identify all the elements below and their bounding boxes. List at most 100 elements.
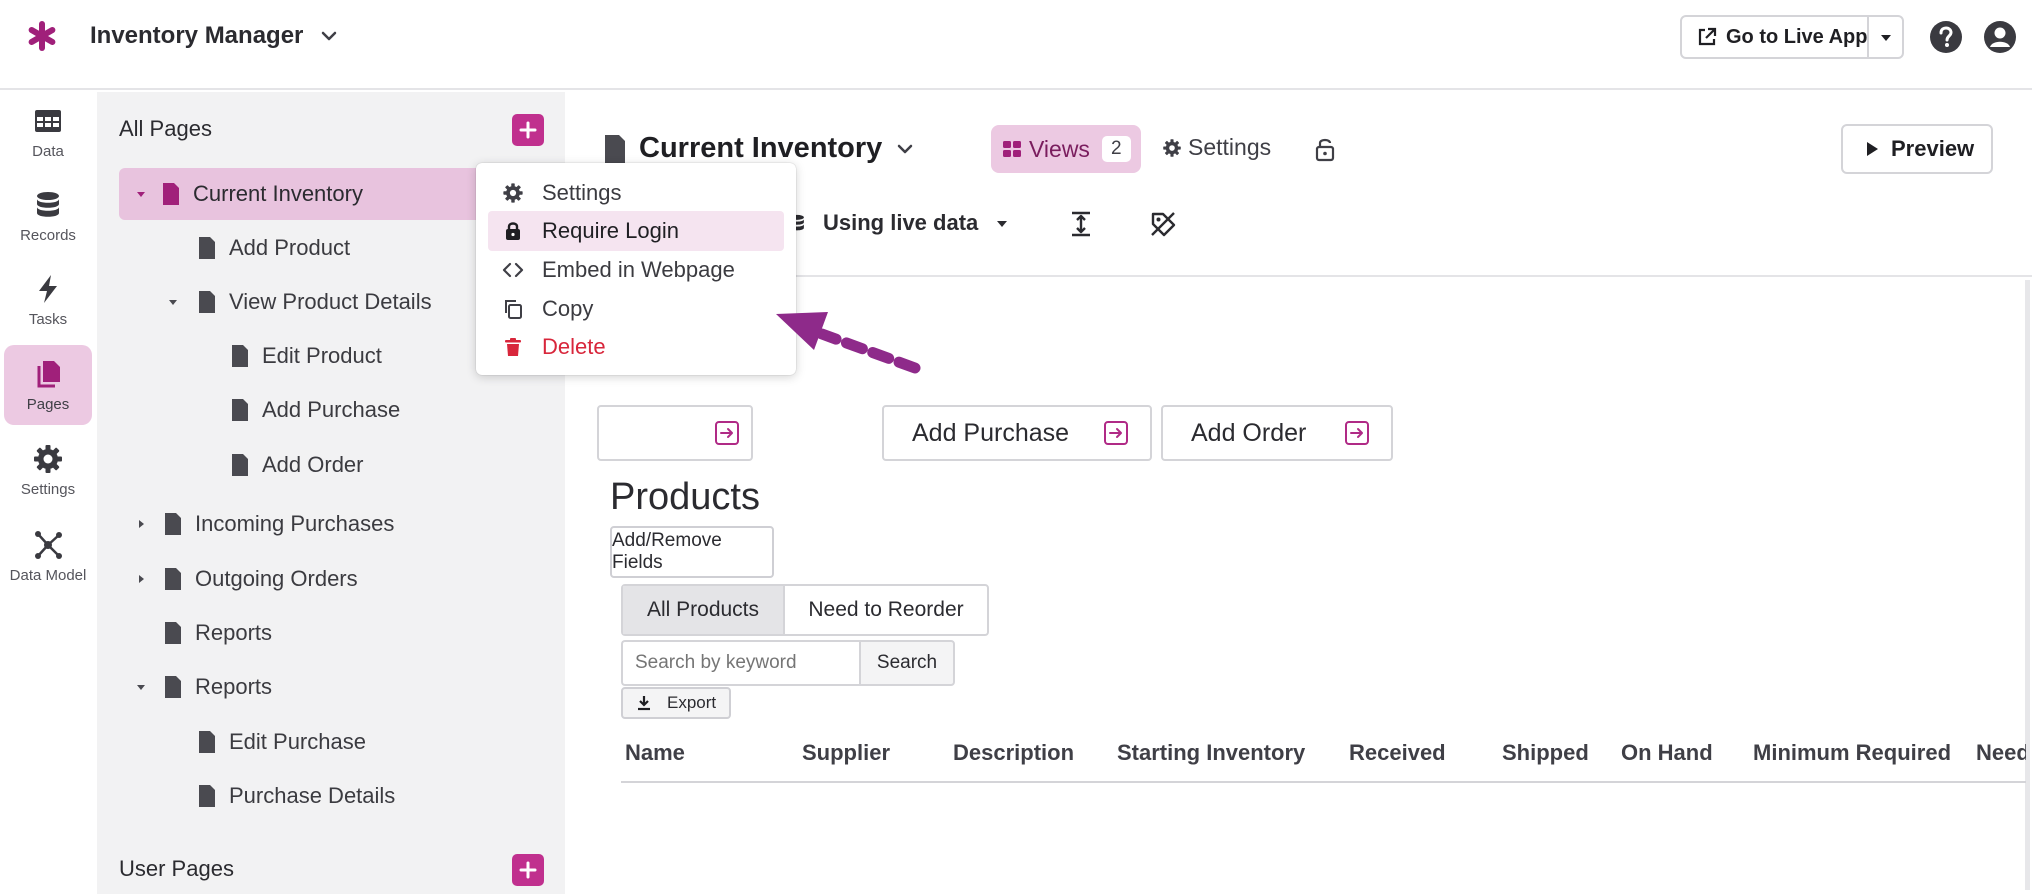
- menu-button-label: Add Purchase: [912, 418, 1070, 447]
- tree-item-edit-purchase[interactable]: Edit Purchase: [197, 716, 366, 768]
- tree-item-add-order[interactable]: Add Order: [230, 439, 364, 491]
- unlock-icon[interactable]: [1312, 136, 1338, 162]
- menu-item-settings[interactable]: Settings: [488, 173, 784, 213]
- page-icon: [199, 237, 215, 259]
- canvas-scrollbar[interactable]: [2025, 280, 2030, 890]
- rail-label: Records: [20, 226, 76, 244]
- column-header-name[interactable]: Name: [625, 740, 685, 766]
- tree-item-reports[interactable]: Reports: [133, 661, 272, 713]
- caret-down-icon[interactable]: [1876, 27, 1896, 47]
- app-logo-icon[interactable]: [24, 18, 60, 54]
- settings-label: Settings: [1188, 134, 1272, 160]
- page-icon: [165, 513, 181, 535]
- caret-right-icon[interactable]: [133, 516, 149, 532]
- rail-item-data-model[interactable]: Data Model: [4, 516, 92, 596]
- arrow-right-box-icon: [1104, 421, 1128, 445]
- data-source-dropdown[interactable]: Using live data: [787, 210, 1012, 236]
- gear-icon: [1163, 138, 1181, 157]
- menu-button-add-order[interactable]: Add Order: [1161, 405, 1393, 461]
- help-icon[interactable]: [1928, 19, 1964, 55]
- expand-height-icon[interactable]: [1067, 210, 1095, 238]
- menu-item-embed-in-webpage[interactable]: Embed in Webpage: [488, 250, 784, 290]
- rail-item-settings[interactable]: Settings: [4, 430, 92, 510]
- column-header-shipped[interactable]: Shipped: [1502, 740, 1589, 766]
- tree-item-add-product[interactable]: Add Product: [197, 222, 350, 274]
- views-count-badge: 2: [1101, 136, 1131, 162]
- search-input[interactable]: [621, 640, 859, 686]
- arrow-right-box-icon: [715, 421, 739, 445]
- database-icon: [37, 191, 59, 217]
- code-icon: [502, 262, 524, 278]
- add-user-page-button[interactable]: [512, 854, 544, 886]
- rail-item-data[interactable]: Data: [4, 92, 92, 172]
- chevron-down-icon[interactable]: [893, 137, 917, 161]
- preview-button[interactable]: Preview: [1841, 124, 1993, 174]
- page-title-group[interactable]: Current Inventory: [603, 132, 882, 165]
- menu-item-delete[interactable]: Delete: [488, 327, 784, 367]
- column-header-description[interactable]: Description: [953, 740, 1074, 766]
- page-icon: [232, 399, 248, 421]
- table-header-row: Name Supplier Description Starting Inven…: [621, 732, 2026, 772]
- page-icon: [165, 568, 181, 590]
- column-header-supplier[interactable]: Supplier: [802, 740, 890, 766]
- rail-label: Data: [32, 142, 64, 160]
- tab-settings[interactable]: Settings: [1162, 134, 1271, 161]
- products-heading: Products: [610, 476, 760, 518]
- menu-item-label: Require Login: [542, 218, 679, 243]
- page-icon: [232, 345, 248, 367]
- column-header-minimum-required[interactable]: Minimum Required: [1753, 740, 1951, 766]
- tree-item-label: Purchase Details: [229, 783, 396, 808]
- caret-down-icon[interactable]: [133, 679, 149, 695]
- search-button[interactable]: Search: [859, 640, 955, 686]
- add-remove-fields-button[interactable]: Add/Remove Fields: [610, 526, 774, 578]
- bolt-icon: [39, 274, 57, 303]
- tree-item-reports[interactable]: Reports: [163, 607, 272, 659]
- column-header-on-hand[interactable]: On Hand: [1621, 740, 1713, 766]
- tree-item-label: Reports: [195, 620, 273, 645]
- tab-all-products[interactable]: All Products: [623, 586, 783, 634]
- page-icon: [163, 183, 179, 205]
- user-account-icon[interactable]: [1982, 19, 2018, 55]
- add-page-button[interactable]: [512, 114, 544, 146]
- tab-need-to-reorder[interactable]: Need to Reorder: [783, 586, 987, 634]
- menu-item-copy[interactable]: Copy: [488, 289, 784, 329]
- graph-icon: [35, 530, 62, 559]
- tree-item-edit-product[interactable]: Edit Product: [230, 330, 382, 382]
- data-source-label: Using live data: [823, 210, 979, 235]
- pages-icon: [37, 360, 60, 387]
- caret-down-icon[interactable]: [133, 186, 149, 202]
- caret-right-icon[interactable]: [133, 571, 149, 587]
- go-to-live-app-button[interactable]: Go to Live App: [1680, 15, 1904, 59]
- rail-item-records[interactable]: Records: [4, 176, 92, 256]
- tree-item-incoming-purchases[interactable]: Incoming Purchases: [133, 498, 394, 550]
- tree-item-add-purchase[interactable]: Add Purchase: [230, 384, 400, 436]
- tree-item-outgoing-orders[interactable]: Outgoing Orders: [133, 553, 358, 605]
- column-header-received[interactable]: Received: [1349, 740, 1446, 766]
- rail-item-tasks[interactable]: Tasks: [4, 260, 92, 340]
- tree-item-label: Edit Product: [262, 343, 382, 368]
- page-icon: [165, 676, 181, 698]
- caret-down-icon[interactable]: [165, 294, 181, 310]
- table-icon: [35, 109, 61, 132]
- views-icon: [1003, 141, 1021, 157]
- app-title[interactable]: Inventory Manager: [90, 22, 303, 50]
- rail-label: Data Model: [9, 566, 87, 584]
- export-button[interactable]: Export: [621, 687, 731, 719]
- page-icon: [199, 785, 215, 807]
- rail-item-pages[interactable]: Pages: [4, 345, 92, 425]
- column-header-starting-inventory[interactable]: Starting Inventory: [1117, 740, 1305, 766]
- menu-button-add-product[interactable]: [597, 405, 753, 461]
- chevron-down-icon[interactable]: [318, 25, 340, 47]
- column-header-need[interactable]: Need: [1976, 740, 2026, 766]
- page-icon: [165, 622, 181, 644]
- menu-item-require-login[interactable]: Require Login: [488, 211, 784, 251]
- tree-item-purchase-details[interactable]: Purchase Details: [197, 770, 395, 822]
- tab-views[interactable]: Views 2: [991, 125, 1141, 173]
- page-icon: [605, 134, 625, 163]
- tag-off-icon[interactable]: [1149, 210, 1177, 238]
- product-filter-tabs: All Products Need to Reorder: [621, 584, 989, 636]
- tree-item-view-product-details[interactable]: View Product Details: [165, 276, 432, 328]
- tree-item-label: Incoming Purchases: [195, 511, 395, 536]
- menu-button-add-purchase[interactable]: Add Purchase: [882, 405, 1152, 461]
- plus-icon: [519, 121, 537, 139]
